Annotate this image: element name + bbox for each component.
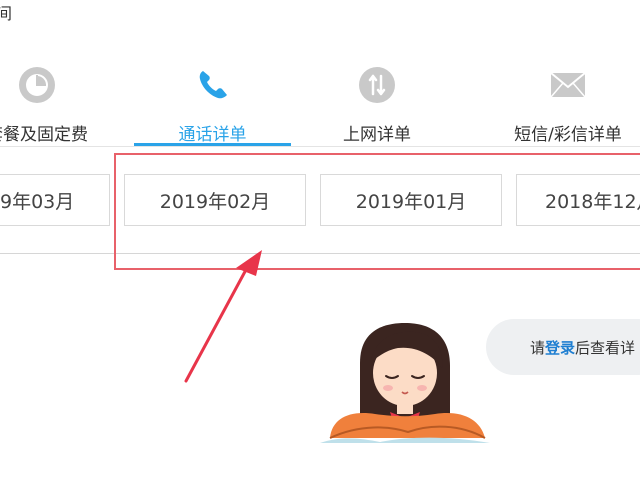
data-transfer-icon bbox=[359, 67, 395, 103]
tab-label: 通话详单 bbox=[178, 125, 247, 145]
login-link[interactable]: 登录 bbox=[545, 337, 575, 358]
login-prompt-bubble: 请登录 后查看详 bbox=[486, 319, 640, 375]
login-prompt-text-before: 请 bbox=[530, 338, 546, 357]
tab-label: 短信/彩信详单 bbox=[514, 125, 622, 145]
page: 间 套餐及固定费 通话详单 上网详单 短信/彩信详单 bbox=[0, 0, 640, 480]
pie-chart-icon bbox=[19, 67, 55, 103]
month-option[interactable]: 2019年03月 bbox=[0, 174, 110, 226]
tab-label: 套餐及固定费 bbox=[0, 125, 88, 145]
month-option[interactable]: 2019年02月 bbox=[124, 174, 306, 226]
tab-call-details[interactable]: 通话详单 bbox=[134, 62, 291, 148]
page-title-fragment: 间 bbox=[0, 4, 13, 23]
tabs-divider bbox=[0, 146, 640, 147]
months-divider bbox=[0, 253, 640, 254]
tab-sms-mms-details[interactable]: 短信/彩信详单 bbox=[490, 62, 640, 148]
month-option[interactable]: 2018年12月 bbox=[516, 174, 640, 226]
login-prompt-text-after: 后查看详 bbox=[575, 338, 636, 357]
tab-internet-details[interactable]: 上网详单 bbox=[302, 62, 452, 148]
envelope-icon bbox=[550, 72, 586, 98]
tab-label: 上网详单 bbox=[343, 125, 411, 145]
month-option[interactable]: 2019年01月 bbox=[320, 174, 502, 226]
phone-icon bbox=[199, 71, 227, 99]
tab-package-fixed-fee[interactable]: 套餐及固定费 bbox=[0, 62, 112, 148]
cartoon-girl-illustration bbox=[320, 323, 490, 443]
